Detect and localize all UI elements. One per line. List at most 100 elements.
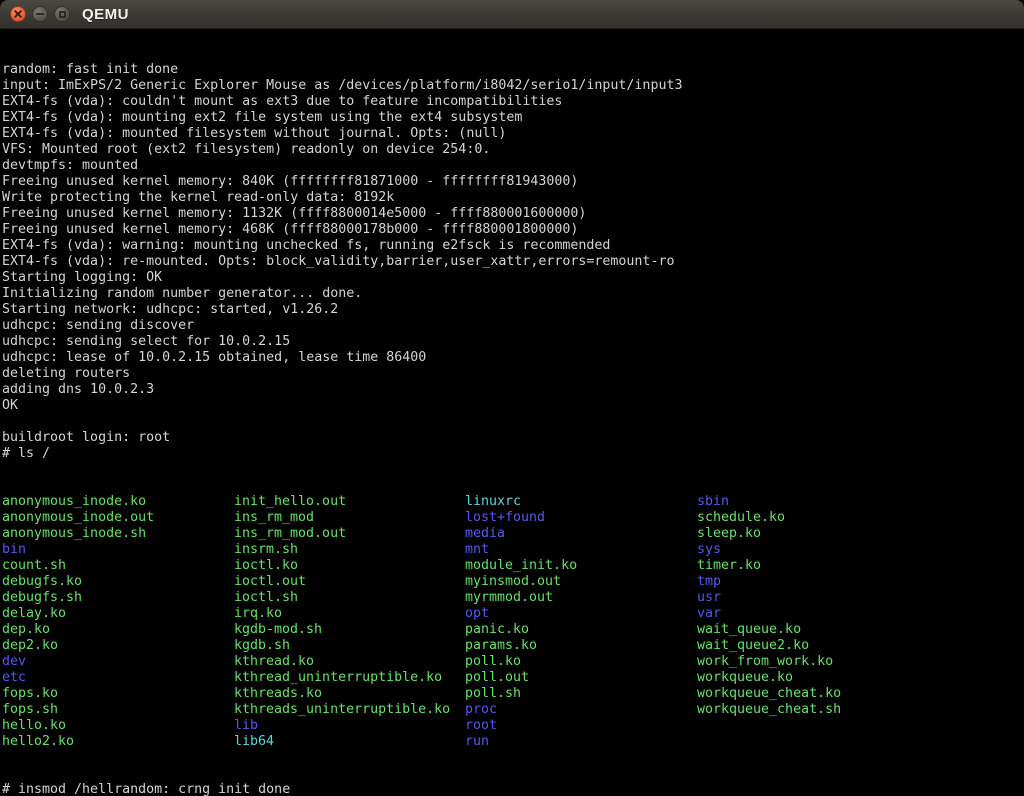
terminal-line: run: [465, 734, 577, 750]
file-entry: delay.ko: [2, 606, 66, 621]
terminal-line: anonymous_inode.sh: [2, 526, 154, 542]
file-entry: panic.ko: [465, 622, 529, 637]
file-entry: timer.ko: [697, 558, 761, 573]
file-entry: etc: [2, 670, 26, 685]
file-entry: sbin: [697, 494, 729, 509]
minimize-icon: [36, 13, 44, 15]
file-entry: kthread.ko: [234, 654, 314, 669]
terminal-line: EXT4-fs (vda): warning: mounting uncheck…: [2, 238, 1024, 254]
close-icon: [14, 10, 22, 18]
terminal-line: lib64: [234, 734, 450, 750]
file-entry: workqueue_cheat.sh: [697, 702, 841, 717]
terminal-line: hello2.ko: [2, 734, 154, 750]
terminal-line: anonymous_inode.ko: [2, 494, 154, 510]
terminal-line: kgdb-mod.sh: [234, 622, 450, 638]
terminal-line: insrm.sh: [234, 542, 450, 558]
terminal-line: Initializing random number generator... …: [2, 286, 1024, 302]
close-button[interactable]: [10, 6, 26, 22]
file-entry: kthreads.ko: [234, 686, 322, 701]
ls-column: anonymous_inode.koanonymous_inode.outano…: [2, 494, 154, 750]
terminal-line: dev: [2, 654, 154, 670]
ls-column: init_hello.outins_rm_modins_rm_mod.outin…: [234, 494, 450, 750]
terminal-line: workqueue_cheat.ko: [697, 686, 841, 702]
shell-log: # insmod /hellrandom: crng init done# in…: [2, 782, 1024, 796]
terminal-line: adding dns 10.0.2.3: [2, 382, 1024, 398]
terminal-line: fops.sh: [2, 702, 154, 718]
minimize-button[interactable]: [32, 6, 48, 22]
terminal-line: sbin: [697, 494, 841, 510]
terminal-line: usr: [697, 590, 841, 606]
terminal-line: bin: [2, 542, 154, 558]
terminal-line: EXT4-fs (vda): mounting ext2 file system…: [2, 110, 1024, 126]
terminal-line: anonymous_inode.out: [2, 510, 154, 526]
file-entry: kgdb-mod.sh: [234, 622, 322, 637]
ls-column: sbinschedule.kosleep.kosystimer.kotmpusr…: [697, 494, 841, 718]
terminal-line: mnt: [465, 542, 577, 558]
file-entry: var: [697, 606, 721, 621]
file-entry: module_init.ko: [465, 558, 577, 573]
terminal-line: workqueue_cheat.sh: [697, 702, 841, 718]
terminal-line: dep.ko: [2, 622, 154, 638]
terminal-line: tmp: [697, 574, 841, 590]
qemu-window: QEMU random: fast init doneinput: ImExPS…: [0, 0, 1024, 796]
terminal-line: buildroot login: root: [2, 430, 1024, 446]
terminal-line: etc: [2, 670, 154, 686]
file-entry: dev: [2, 654, 26, 669]
terminal-line: OK: [2, 398, 1024, 414]
ls-output: anonymous_inode.koanonymous_inode.outano…: [2, 494, 1024, 750]
file-entry: work_from_work.ko: [697, 654, 833, 669]
file-entry: wait_queue.ko: [697, 622, 801, 637]
file-entry: myinsmod.out: [465, 574, 561, 589]
terminal-line: debugfs.ko: [2, 574, 154, 590]
file-entry: root: [465, 718, 497, 733]
file-entry: ioctl.out: [234, 574, 306, 589]
file-entry: kthread_uninterruptible.ko: [234, 670, 442, 685]
terminal-line: random: fast init done: [2, 62, 1024, 78]
terminal-line: Starting network: udhcpc: started, v1.26…: [2, 302, 1024, 318]
terminal-line: fops.ko: [2, 686, 154, 702]
terminal-line: opt: [465, 606, 577, 622]
terminal-line: root: [465, 718, 577, 734]
terminal-line: VFS: Mounted root (ext2 filesystem) read…: [2, 142, 1024, 158]
terminal-line: timer.ko: [697, 558, 841, 574]
terminal-line: [2, 414, 1024, 430]
file-entry: opt: [465, 606, 489, 621]
terminal-line: devtmpfs: mounted: [2, 158, 1024, 174]
terminal-line: # ls /: [2, 446, 1024, 462]
maximize-icon: [59, 11, 66, 18]
file-entry: hello.ko: [2, 718, 66, 733]
terminal-line: udhcpc: sending select for 10.0.2.15: [2, 334, 1024, 350]
file-entry: debugfs.ko: [2, 574, 82, 589]
file-entry: ins_rm_mod.out: [234, 526, 346, 541]
terminal-line: delay.ko: [2, 606, 154, 622]
file-entry: myrmmod.out: [465, 590, 553, 605]
terminal-line: Write protecting the kernel read-only da…: [2, 190, 1024, 206]
terminal-line: irq.ko: [234, 606, 450, 622]
terminal-line: kthread.ko: [234, 654, 450, 670]
terminal-line: poll.out: [465, 670, 577, 686]
titlebar[interactable]: QEMU: [0, 0, 1024, 29]
file-entry: lost+found: [465, 510, 545, 525]
file-entry: sys: [697, 542, 721, 557]
terminal-line: lost+found: [465, 510, 577, 526]
terminal-line: proc: [465, 702, 577, 718]
terminal-line: myinsmod.out: [465, 574, 577, 590]
terminal-line: Starting logging: OK: [2, 270, 1024, 286]
terminal-line: kthreads.ko: [234, 686, 450, 702]
terminal-line: workqueue.ko: [697, 670, 841, 686]
file-entry: fops.sh: [2, 702, 58, 717]
file-entry: kthreads_uninterruptible.ko: [234, 702, 450, 717]
terminal-screen[interactable]: random: fast init doneinput: ImExPS/2 Ge…: [0, 29, 1024, 796]
terminal-line: EXT4-fs (vda): re-mounted. Opts: block_v…: [2, 254, 1024, 270]
maximize-button[interactable]: [54, 6, 70, 22]
terminal-line: var: [697, 606, 841, 622]
terminal-line: params.ko: [465, 638, 577, 654]
terminal-line: ins_rm_mod.out: [234, 526, 450, 542]
terminal-line: udhcpc: lease of 10.0.2.15 obtained, lea…: [2, 350, 1024, 366]
terminal-line: media: [465, 526, 577, 542]
terminal-line: myrmmod.out: [465, 590, 577, 606]
file-entry: irq.ko: [234, 606, 282, 621]
file-entry: wait_queue2.ko: [697, 638, 809, 653]
file-entry: workqueue_cheat.ko: [697, 686, 841, 701]
file-entry: dep2.ko: [2, 638, 58, 653]
